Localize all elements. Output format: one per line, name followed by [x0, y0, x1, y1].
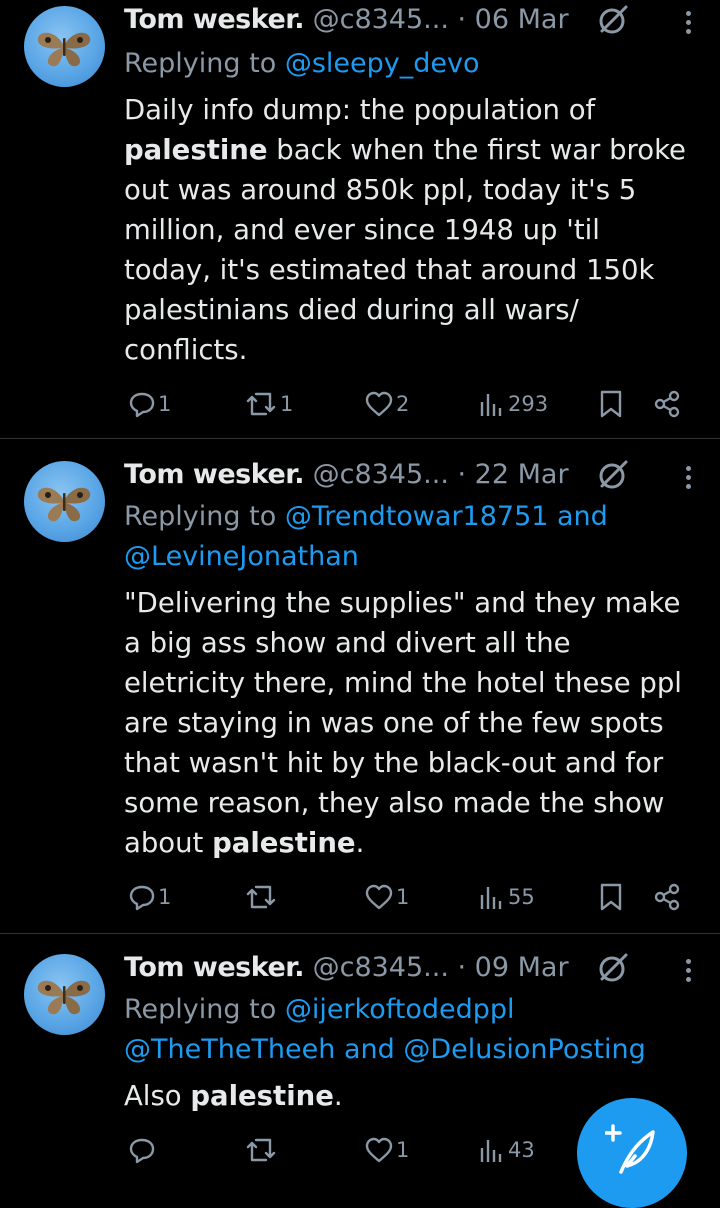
speech-bubble-icon	[129, 885, 155, 911]
vertical-ellipsis-icon[interactable]	[686, 466, 692, 493]
tweet-body: Daily info dump: the population of pales…	[124, 90, 694, 370]
reply-handle-link[interactable]: @ijerkoftodedppl	[285, 994, 515, 1025]
reply-handle-link[interactable]: @LevineJonathan	[124, 541, 359, 572]
retweet-icon	[246, 885, 276, 909]
retweet-icon	[246, 392, 276, 416]
view-count: 43	[508, 1138, 535, 1162]
share-icon	[654, 883, 680, 911]
view-count: 55	[508, 885, 535, 909]
vertical-ellipsis-icon[interactable]	[686, 11, 692, 38]
tweet-card[interactable]: Tom wesker. @c8345... · 22 Mar Replying …	[0, 439, 720, 934]
view-count: 293	[508, 392, 549, 416]
body-text: .	[333, 1080, 343, 1112]
bookmark-icon	[600, 390, 622, 418]
reply-count: 1	[158, 392, 172, 416]
speech-bubble-icon	[129, 1138, 155, 1164]
replying-to: Replying to @ijerkoftodedppl @TheTheThee…	[124, 990, 700, 1070]
like-count: 2	[396, 392, 410, 416]
moth-icon	[37, 487, 91, 522]
speech-bubble-icon	[129, 392, 155, 418]
share-button[interactable]	[652, 877, 682, 917]
body-highlight: palestine	[190, 1080, 334, 1112]
display-name[interactable]: Tom wesker.	[124, 459, 305, 490]
tweet-date[interactable]: · 09 Mar	[458, 952, 569, 983]
like-button[interactable]: 1	[364, 1130, 409, 1170]
body-text: Daily info dump: the population of	[124, 94, 596, 126]
reply-handle-link[interactable]: @sleepy_devo	[285, 48, 480, 79]
display-name[interactable]: Tom wesker.	[124, 4, 305, 35]
heart-icon	[365, 391, 393, 417]
replying-to: Replying to @Trendtowar18751 and @Levine…	[124, 497, 700, 577]
reply-prefix: Replying to	[124, 501, 285, 532]
heart-icon	[365, 884, 393, 910]
bar-chart-icon	[480, 1140, 502, 1162]
bookmark-button[interactable]	[598, 384, 624, 424]
share-button[interactable]	[652, 384, 682, 424]
action-bar: 1 1 2 293	[124, 384, 700, 424]
bookmark-button[interactable]	[598, 877, 624, 917]
moth-icon	[37, 980, 91, 1015]
circle-slash-icon	[599, 953, 628, 982]
reply-count: 1	[158, 885, 172, 909]
tweet-header: Tom wesker. @c8345... · 09 Mar	[124, 948, 569, 988]
avatar[interactable]	[24, 6, 105, 87]
display-name[interactable]: Tom wesker.	[124, 952, 305, 983]
moth-icon	[37, 32, 91, 67]
body-text: Also	[124, 1080, 191, 1112]
body-text: "Delivering the supplies" and they make …	[124, 587, 682, 859]
reply-handle-link[interactable]: @Trendtowar18751 and	[285, 501, 608, 532]
body-text: .	[355, 827, 365, 859]
heart-icon	[365, 1137, 393, 1163]
tweet-body: "Delivering the supplies" and they make …	[124, 583, 694, 863]
retweet-button[interactable]	[244, 877, 280, 917]
reply-button[interactable]	[128, 1130, 158, 1170]
body-text: back when the first war broke out was ar…	[124, 134, 686, 366]
reply-prefix: Replying to	[124, 994, 285, 1025]
bookmark-icon	[600, 883, 622, 911]
retweet-count: 1	[280, 392, 294, 416]
compose-button[interactable]	[577, 1098, 687, 1208]
circle-slash-icon	[599, 460, 628, 489]
tweet-header: Tom wesker. @c8345... · 06 Mar	[124, 0, 569, 40]
retweet-icon	[246, 1138, 276, 1162]
circle-slash-icon	[599, 5, 628, 34]
like-button[interactable]: 2	[364, 384, 409, 424]
tweet-date[interactable]: · 22 Mar	[458, 459, 569, 490]
body-highlight: palestine	[124, 134, 268, 166]
views-button[interactable]: 43	[478, 1130, 535, 1170]
user-handle[interactable]: @c8345...	[313, 4, 449, 35]
reply-prefix: Replying to	[124, 48, 285, 79]
bar-chart-icon	[480, 394, 502, 416]
like-count: 1	[396, 885, 410, 909]
retweet-button[interactable]: 1	[244, 384, 293, 424]
action-bar: 1 1 55	[124, 877, 700, 917]
share-icon	[654, 390, 680, 418]
like-button[interactable]: 1	[364, 877, 409, 917]
replying-to: Replying to @sleepy_devo	[124, 44, 700, 84]
views-button[interactable]: 293	[478, 384, 548, 424]
like-count: 1	[396, 1138, 410, 1162]
user-handle[interactable]: @c8345...	[313, 952, 449, 983]
tweet-date[interactable]: · 06 Mar	[458, 4, 569, 35]
avatar[interactable]	[24, 461, 105, 542]
tweet-card[interactable]: Tom wesker. @c8345... · 06 Mar Replying …	[0, 0, 720, 439]
reply-button[interactable]: 1	[128, 877, 171, 917]
feather-plus-icon	[605, 1124, 655, 1174]
retweet-button[interactable]	[244, 1130, 280, 1170]
user-handle[interactable]: @c8345...	[313, 459, 449, 490]
body-highlight: palestine	[212, 827, 356, 859]
reply-handle-link[interactable]: @TheTheTheeh and @DelusionPosting	[124, 1034, 646, 1065]
reply-button[interactable]: 1	[128, 384, 171, 424]
tweet-header: Tom wesker. @c8345... · 22 Mar	[124, 455, 569, 495]
views-button[interactable]: 55	[478, 877, 535, 917]
avatar[interactable]	[24, 954, 105, 1035]
vertical-ellipsis-icon[interactable]	[686, 959, 692, 986]
bar-chart-icon	[480, 887, 502, 909]
